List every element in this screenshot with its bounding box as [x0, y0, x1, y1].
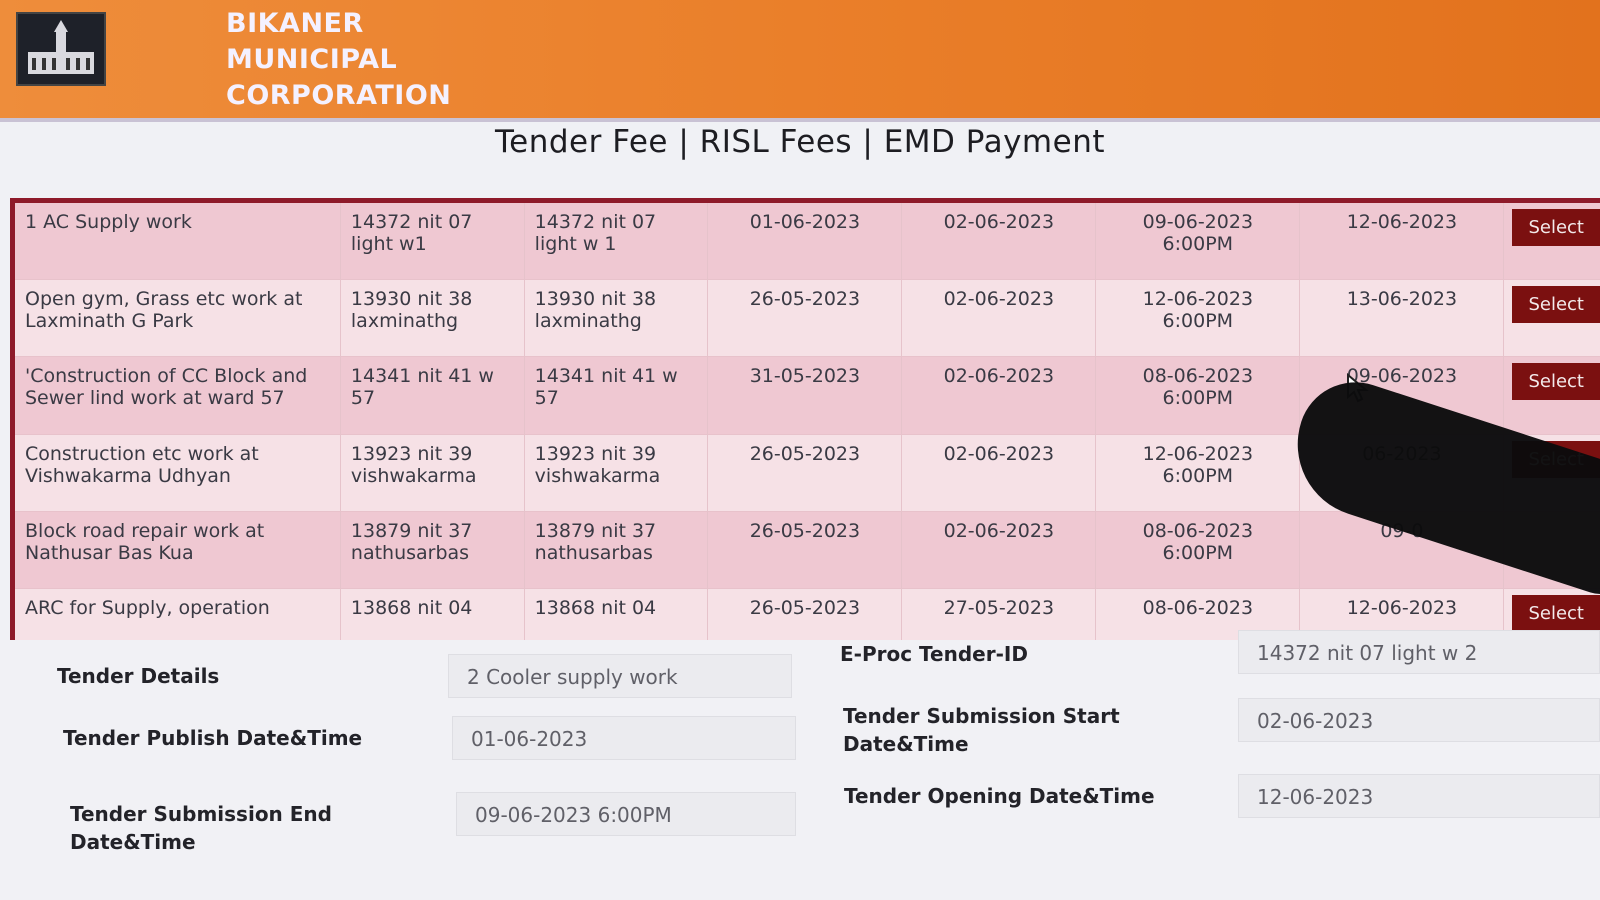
- tender-name-cell: 'Construction of CC Block and Sewer lind…: [15, 356, 341, 435]
- eproc-id-cell: 13868 nit 04: [340, 588, 525, 645]
- eproc-tender-id-label: E-Proc Tender-ID: [840, 642, 1028, 666]
- org-name-line: BIKANER: [226, 8, 364, 39]
- eproc-id-cell: 13930 nit 38 laxminathg: [340, 279, 525, 357]
- select-button[interactable]: Select: [1512, 209, 1600, 246]
- tender-id-cell: 13879 nit 37 nathusarbas: [524, 511, 709, 589]
- tender-id-cell: 13868 nit 04: [524, 588, 709, 645]
- tender-id-cell: 13923 nit 39 vishwakarma: [524, 434, 709, 512]
- submission-end-cell: 08-06-2023 6:00PM: [1095, 356, 1301, 435]
- table-row: Block road repair work at Nathusar Bas K…: [15, 511, 1600, 589]
- building-icon: [18, 14, 104, 84]
- publish-date-label: Tender Publish Date&Time: [63, 726, 363, 750]
- submission-end-label: Tender Submission End Date&Time: [70, 800, 332, 856]
- select-button[interactable]: Select: [1512, 595, 1600, 633]
- tender-id-cell: 14341 nit 41 w 57: [524, 356, 709, 435]
- page-title: Tender Fee | RISL Fees | EMD Payment: [494, 124, 1105, 160]
- submission-start-cell: 02-06-2023: [901, 511, 1097, 589]
- select-button[interactable]: Select: [1512, 286, 1600, 324]
- submission-end-cell: 08-06-2023 6:00PM: [1095, 511, 1301, 589]
- submission-start-label: Tender Submission Start Date&Time: [843, 702, 1120, 758]
- header-bar: BIKANER MUNICIPAL CORPORATION: [0, 0, 1600, 122]
- tender-id-cell: 13930 nit 38 laxminathg: [524, 279, 709, 357]
- action-cell: Select: [1503, 356, 1600, 435]
- org-name-line: MUNICIPAL: [226, 44, 398, 75]
- submission-start-field[interactable]: 02-06-2023: [1238, 698, 1600, 742]
- eproc-tender-id-field[interactable]: 14372 nit 07 light w 2: [1238, 630, 1600, 674]
- submission-end-cell: 09-06-2023 6:00PM: [1095, 203, 1301, 280]
- select-button[interactable]: Select: [1512, 363, 1600, 401]
- publish-date-cell: 26-05-2023: [707, 279, 903, 357]
- publish-date-cell: 31-05-2023: [707, 356, 903, 435]
- eproc-id-cell: 13879 nit 37 nathusarbas: [340, 511, 525, 589]
- tender-name-cell: Block road repair work at Nathusar Bas K…: [15, 511, 341, 589]
- organization-name: BIKANER MUNICIPAL CORPORATION: [226, 6, 451, 114]
- tender-name-cell: Construction etc work at Vishwakarma Udh…: [15, 434, 341, 512]
- label-line: Date&Time: [843, 732, 969, 756]
- tender-id-cell: 14372 nit 07 light w 1: [524, 203, 709, 280]
- publish-date-cell: 01-06-2023: [707, 203, 903, 280]
- action-cell: Select: [1503, 203, 1600, 280]
- label-line: Tender Submission Start: [843, 704, 1120, 728]
- label-line: Date&Time: [70, 830, 196, 854]
- tender-detail-form: Tender Details 2 Cooler supply work E-Pr…: [0, 630, 1600, 900]
- opening-date-field[interactable]: 12-06-2023: [1238, 774, 1600, 818]
- submission-start-cell: 02-06-2023: [901, 279, 1097, 357]
- submission-start-cell: 02-06-2023: [901, 356, 1097, 435]
- label-line: Tender Submission End: [70, 802, 332, 826]
- publish-date-field[interactable]: 01-06-2023: [452, 716, 796, 760]
- org-name-line: CORPORATION: [226, 80, 452, 111]
- screen: BIKANER MUNICIPAL CORPORATION Tender Fee…: [0, 0, 1600, 900]
- action-cell: Select: [1503, 279, 1600, 357]
- opening-date-cell: 12-06-2023: [1299, 203, 1505, 280]
- table-row: 1 AC Supply work 14372 nit 07 light w1 143…: [15, 203, 1600, 280]
- submission-start-cell: 02-06-2023: [901, 203, 1097, 280]
- opening-date-cell: 13-06-2023: [1299, 279, 1505, 357]
- eproc-id-cell: 14341 nit 41 w 57: [340, 356, 525, 435]
- publish-date-cell: 26-05-2023: [707, 511, 903, 589]
- submission-start-cell: 27-05-2023: [901, 588, 1097, 645]
- tender-name-cell: ARC for Supply, operation: [15, 588, 341, 645]
- tender-details-field[interactable]: 2 Cooler supply work: [448, 654, 792, 698]
- publish-date-cell: 26-05-2023: [707, 434, 903, 512]
- tender-name-cell: 1 AC Supply work: [15, 203, 341, 280]
- tender-name-cell: Open gym, Grass etc work at Laxminath G …: [15, 279, 341, 357]
- publish-date-cell: 26-05-2023: [707, 588, 903, 645]
- table-row: Open gym, Grass etc work at Laxminath G …: [15, 279, 1600, 357]
- eproc-id-cell: 13923 nit 39 vishwakarma: [340, 434, 525, 512]
- submission-end-cell: 12-06-2023 6:00PM: [1095, 434, 1301, 512]
- opening-date-label: Tender Opening Date&Time: [844, 784, 1155, 808]
- submission-start-cell: 02-06-2023: [901, 434, 1097, 512]
- tender-details-label: Tender Details: [57, 664, 220, 688]
- submission-end-field[interactable]: 09-06-2023 6:00PM: [456, 792, 796, 836]
- eproc-id-cell: 14372 nit 07 light w1: [340, 203, 525, 280]
- submission-end-cell: 12-06-2023 6:00PM: [1095, 279, 1301, 357]
- corporation-logo: [16, 12, 106, 86]
